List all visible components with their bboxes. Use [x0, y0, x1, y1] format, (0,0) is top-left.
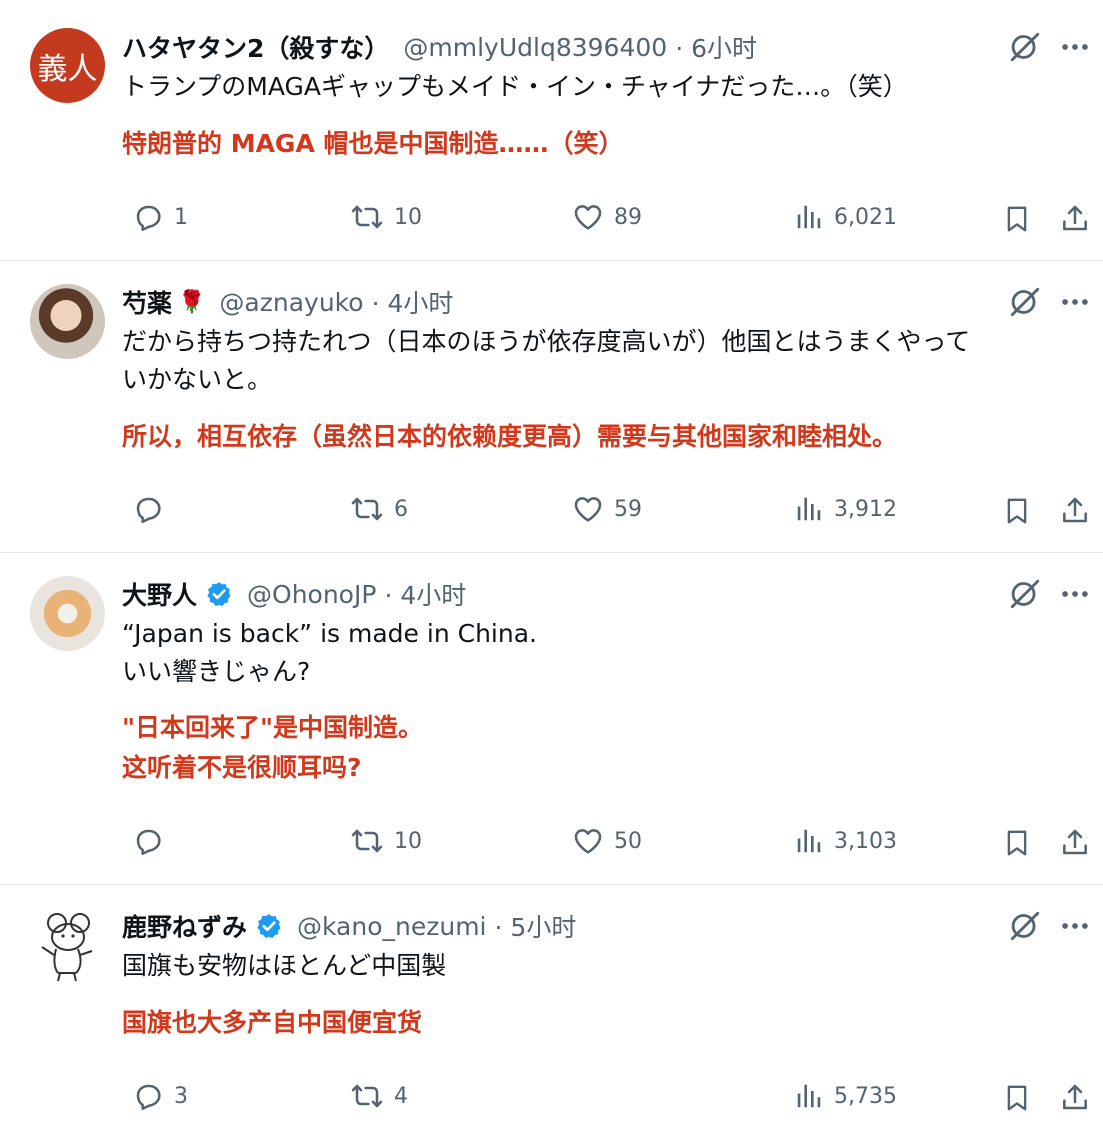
timestamp[interactable]: · 6小时 [675, 29, 757, 65]
more-icon[interactable] [1058, 285, 1092, 319]
views-button[interactable]: 3,103 [784, 825, 897, 857]
tweet-text: “Japan is back” is made in China. いい響きじゃ… [122, 619, 537, 686]
views-button[interactable]: 3,912 [784, 493, 897, 525]
retweet-button[interactable]: 10 [340, 825, 422, 857]
share-icon[interactable] [1058, 825, 1092, 861]
verified-icon [255, 912, 283, 940]
avatar[interactable]: 義人 [30, 28, 105, 103]
more-icon[interactable] [1058, 909, 1092, 943]
bookmark-icon[interactable] [1000, 825, 1034, 861]
like-button[interactable]: 59 [562, 493, 642, 525]
bookmark-icon[interactable] [1000, 493, 1034, 529]
retweet-button[interactable]: 6 [340, 493, 408, 525]
like-icon [572, 493, 604, 525]
like-icon [572, 825, 604, 857]
timestamp[interactable]: · 4小时 [384, 576, 466, 612]
retweet-icon [350, 1080, 384, 1112]
tweet-text: トランプのMAGAギャップもメイド・イン・チャイナだった…。（笑） [122, 72, 908, 101]
reply-button[interactable]: 1 [122, 201, 188, 233]
views-button[interactable]: 6,021 [784, 201, 897, 233]
reply-icon [132, 1080, 164, 1112]
like-button[interactable]: 89 [562, 201, 642, 233]
views-icon [794, 825, 824, 857]
author-name[interactable]: 大野人 [122, 576, 197, 612]
retweet-button[interactable]: 10 [340, 201, 422, 233]
views-icon [794, 201, 824, 233]
timestamp[interactable]: · 5小时 [495, 908, 577, 944]
author-name[interactable]: 鹿野ねずみ [122, 908, 247, 944]
share-icon[interactable] [1058, 201, 1092, 237]
author-handle[interactable]: @aznayuko [219, 288, 363, 317]
tweet-item-3[interactable]: 大野人 @OhonoJP · 4小时 “Japan is back” is ma… [0, 553, 1103, 885]
tweet-item-4[interactable]: 鹿野ねずみ @kano_nezumi · 5小时 国旗も安物はほとんど中国製 国… [0, 885, 1103, 1128]
translation-text: 国旗也大多产自中国便宜货 [122, 1008, 423, 1037]
views-button[interactable]: 5,735 [784, 1080, 897, 1112]
verified-icon [205, 580, 233, 608]
views-icon [794, 1080, 824, 1112]
bookmark-icon[interactable] [1000, 1080, 1034, 1116]
more-icon[interactable] [1058, 577, 1092, 611]
reply-icon [132, 493, 164, 525]
reply-button[interactable]: 3 [122, 1080, 188, 1112]
retweet-button[interactable]: 4 [340, 1080, 408, 1112]
author-handle[interactable]: @OhonoJP [247, 580, 376, 609]
author-name[interactable]: ハタヤタン2（殺すな） [122, 29, 389, 65]
tweet-text: 国旗も安物はほとんど中国製 [122, 951, 447, 980]
reply-button[interactable] [122, 825, 174, 857]
reply-button[interactable] [122, 493, 174, 525]
translation-text: "日本回来了"是中国制造。 这听着不是很顺耳吗? [122, 713, 424, 782]
tweet-item-1[interactable]: 義人 ハタヤタン2（殺すな） @mmlyUdlq8396400 · 6小时 トラ… [0, 0, 1103, 261]
tweet-item-2[interactable]: 芍薬 🌹 @aznayuko · 4小时 だから持ちつ持たれつ（日本のほうが依存… [0, 261, 1103, 553]
author-handle[interactable]: @kano_nezumi [297, 912, 487, 941]
retweet-icon [350, 493, 384, 525]
rose-emoji: 🌹 [178, 289, 206, 315]
reply-icon [132, 825, 164, 857]
share-icon[interactable] [1058, 1080, 1092, 1116]
avatar[interactable] [30, 284, 105, 359]
bookmark-icon[interactable] [1000, 201, 1034, 237]
avatar[interactable] [30, 907, 105, 982]
like-button[interactable]: 50 [562, 825, 642, 857]
timestamp[interactable]: · 4小时 [372, 284, 454, 320]
retweet-icon [350, 201, 384, 233]
avatar[interactable] [30, 576, 105, 651]
tweet-text: だから持ちつ持たれつ（日本のほうが依存度高いが）他国とはうまくやって いかないと… [122, 327, 971, 394]
reply-icon [132, 201, 164, 233]
translation-text: 特朗普的 MAGA 帽也是中国制造……（笑） [122, 129, 624, 158]
views-icon [794, 493, 824, 525]
author-name[interactable]: 芍薬 [122, 284, 172, 320]
grok-icon[interactable] [1008, 30, 1042, 64]
retweet-icon [350, 825, 384, 857]
share-icon[interactable] [1058, 493, 1092, 529]
translation-text: 所以，相互依存（虽然日本的依赖度更高）需要与其他国家和睦相处。 [122, 422, 898, 451]
like-icon [572, 201, 604, 233]
grok-icon[interactable] [1008, 909, 1042, 943]
author-handle[interactable]: @mmlyUdlq8396400 [403, 33, 667, 62]
more-icon[interactable] [1058, 30, 1092, 64]
grok-icon[interactable] [1008, 285, 1042, 319]
grok-icon[interactable] [1008, 577, 1042, 611]
